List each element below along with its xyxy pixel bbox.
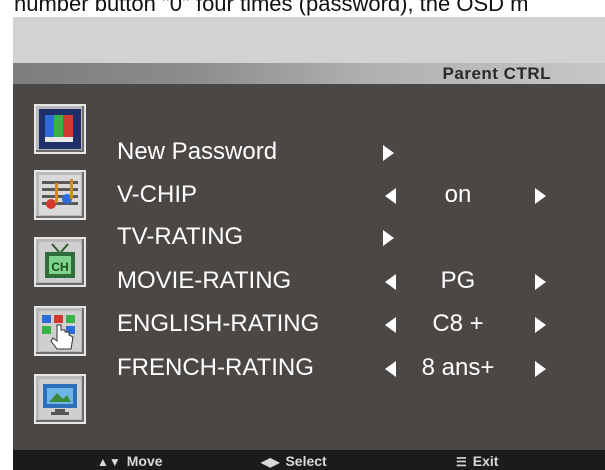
arrow-left-icon[interactable] — [385, 361, 396, 377]
menu-item-value: PG — [440, 267, 476, 294]
menu-item-label: TV-RATING — [117, 223, 244, 250]
menu-item-movie-rating[interactable]: MOVIE-RATING PG — [13, 266, 605, 296]
arrow-left-icon[interactable] — [385, 188, 396, 204]
menu-item-value: C8 + — [432, 310, 484, 337]
menu-item-label: ENGLISH-RATING — [117, 310, 320, 337]
arrow-right-icon[interactable] — [383, 145, 394, 161]
move-hint: ▲▼ Move — [97, 452, 163, 470]
exit-hint-label: Exit — [472, 453, 499, 469]
menu-item-label: New Password — [117, 138, 278, 165]
menu-item-label: MOVIE-RATING — [117, 267, 292, 294]
up-down-arrows-icon: ▲▼ — [97, 455, 121, 469]
menu-bars-icon: ☰ — [456, 455, 467, 469]
arrow-right-icon[interactable] — [535, 317, 546, 333]
arrow-right-icon[interactable] — [535, 188, 546, 204]
menu-item-french-rating[interactable]: FRENCH-RATING 8 ans+ — [13, 353, 605, 383]
menu-title-bar: Parent CTRL — [13, 63, 605, 84]
menu-item-new-password[interactable]: New Password — [13, 137, 605, 167]
select-hint: ◀▶ Select — [261, 452, 327, 470]
menu-item-english-rating[interactable]: ENGLISH-RATING C8 + — [13, 309, 605, 339]
footer-hint-bar: ▲▼ Move ◀▶ Select ☰ Exit — [13, 450, 605, 470]
arrow-right-icon[interactable] — [383, 230, 394, 246]
menu-item-label: FRENCH-RATING — [117, 354, 314, 381]
osd-menu: Parent CTRL CH New Password V-CHIP on TV… — [13, 17, 605, 470]
select-hint-label: Select — [285, 453, 327, 469]
move-hint-label: Move — [126, 453, 163, 469]
arrow-right-icon[interactable] — [535, 274, 546, 290]
menu-item-v-chip[interactable]: V-CHIP on — [13, 180, 605, 210]
menu-item-value: 8 ans+ — [421, 354, 495, 381]
arrow-left-icon[interactable] — [385, 317, 396, 333]
menu-title: Parent CTRL — [442, 64, 551, 83]
arrow-right-icon[interactable] — [535, 361, 546, 377]
left-right-arrows-icon: ◀▶ — [261, 455, 280, 469]
menu-panel: CH New Password V-CHIP on TV-RATING MOVI… — [13, 84, 605, 450]
arrow-left-icon[interactable] — [385, 274, 396, 290]
menu-item-tv-rating[interactable]: TV-RATING — [13, 222, 605, 252]
header-caption-text: number button "0" four times (password),… — [14, 0, 529, 16]
exit-hint: ☰ Exit — [456, 452, 498, 470]
menu-item-value: on — [444, 181, 472, 208]
menu-item-label: V-CHIP — [117, 181, 198, 208]
